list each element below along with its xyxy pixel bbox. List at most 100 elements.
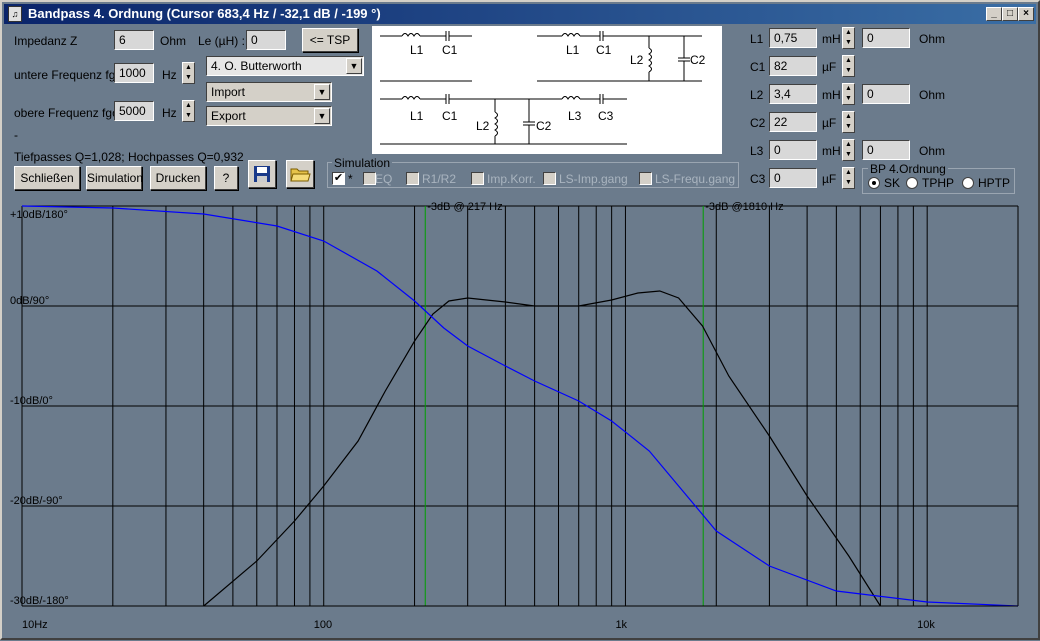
up-arrow-icon[interactable]: ▲	[183, 101, 194, 111]
schematic-label-c3: C3	[598, 109, 614, 123]
schematic-label-l1: L1	[410, 43, 424, 57]
simulation-checkbox[interactable]	[543, 172, 556, 185]
fgo-field[interactable]: 5000	[114, 101, 154, 121]
schematic-label-c1: C1	[596, 43, 612, 57]
close-window-button[interactable]: ×	[1018, 7, 1034, 21]
simulation-button[interactable]: Simulation	[86, 166, 143, 190]
fgu-label: untere Frequenz fgu	[14, 68, 123, 82]
chevron-down-icon[interactable]: ▼	[314, 108, 330, 124]
simulation-checkbox[interactable]	[406, 172, 419, 185]
component-spinner[interactable]: ▲ ▼	[842, 139, 855, 161]
component-label-c2: C2	[750, 116, 766, 130]
circuit-schematic: L1 C1 L1 C1 L2 C2 L1 C1 L2 C2 L3 C3	[372, 26, 722, 154]
down-arrow-icon[interactable]: ▼	[843, 66, 854, 76]
component-label-l3: L3	[750, 144, 764, 158]
simulation-checkbox[interactable]	[639, 172, 652, 185]
separator-dot: -	[14, 128, 18, 142]
component-value-c1[interactable]: 82	[769, 56, 817, 76]
simulation-checkbox-label: *	[348, 172, 353, 186]
up-arrow-icon[interactable]: ▲	[843, 168, 854, 178]
down-arrow-icon[interactable]: ▼	[843, 150, 854, 160]
chart-svg[interactable]: +10dB/180° 0dB/90° -10dB/0° -20dB/-90° -30dB…	[2, 198, 1038, 638]
component-value-c2[interactable]: 22	[769, 112, 817, 132]
save-button[interactable]	[248, 160, 276, 188]
schematic-label-l1: L1	[410, 109, 424, 123]
x-tick-label: 10Hz	[22, 619, 48, 631]
up-arrow-icon[interactable]: ▲	[843, 84, 854, 94]
export-label: Export	[211, 109, 246, 123]
chevron-down-icon[interactable]: ▼	[314, 84, 330, 100]
down-arrow-icon[interactable]: ▼	[843, 38, 854, 48]
simulation-title: Simulation	[332, 156, 393, 170]
fgo-label: obere Frequenz fgo	[14, 106, 119, 120]
schematic-label-l1: L1	[566, 43, 580, 57]
down-arrow-icon[interactable]: ▼	[183, 73, 194, 83]
down-arrow-icon[interactable]: ▼	[843, 178, 854, 188]
fgu-spinner[interactable]: ▲ ▼	[182, 62, 195, 84]
speaker-icon: ♫	[8, 6, 22, 22]
print-button[interactable]: Drucken	[150, 166, 206, 190]
component-value-l2[interactable]: 3,4	[769, 84, 817, 104]
title-bar[interactable]: ♫ Bandpass 4. Ordnung (Cursor 683,4 Hz /…	[4, 4, 1036, 24]
y-tick-label: -10dB/0°	[10, 395, 53, 407]
impedance-field[interactable]: 6	[114, 30, 154, 50]
import-select[interactable]: Import ▼	[206, 82, 332, 102]
component-resistance-l3[interactable]: 0	[862, 140, 910, 160]
bp-order-radio-label: SK	[884, 176, 901, 190]
schematic-label-c2: C2	[536, 119, 552, 133]
fgu-field[interactable]: 1000	[114, 63, 154, 83]
component-resistance-unit: Ohm	[919, 144, 946, 158]
component-value-c3[interactable]: 0	[769, 168, 817, 188]
up-arrow-icon[interactable]: ▲	[843, 140, 854, 150]
up-arrow-icon[interactable]: ▲	[843, 56, 854, 66]
component-resistance-unit: Ohm	[919, 88, 946, 102]
close-button[interactable]: Schließen	[14, 166, 80, 190]
down-arrow-icon[interactable]: ▼	[183, 111, 194, 121]
component-label-l2: L2	[750, 88, 764, 102]
up-arrow-icon[interactable]: ▲	[183, 63, 194, 73]
bp-order-radio-label: HPTP	[978, 176, 1011, 190]
le-field[interactable]: 0	[246, 30, 286, 50]
up-arrow-icon[interactable]: ▲	[843, 112, 854, 122]
bp-order-radio-sk[interactable]	[868, 177, 880, 189]
simulation-checkbox-label: EQ	[375, 172, 393, 186]
filter-type-select[interactable]: 4. O. Butterworth ▼	[206, 56, 364, 76]
open-button[interactable]	[286, 160, 314, 188]
schematic-label-c1: C1	[442, 109, 458, 123]
component-spinner[interactable]: ▲ ▼	[842, 111, 855, 133]
tsp-button[interactable]: <= TSP	[302, 28, 358, 52]
component-unit: µF	[822, 172, 837, 186]
simulation-checkbox-label: R1/R2	[422, 172, 457, 186]
minimize-button[interactable]: _	[986, 7, 1002, 21]
export-select[interactable]: Export ▼	[206, 106, 332, 126]
component-value-l3[interactable]: 0	[769, 140, 817, 160]
fgo-spinner[interactable]: ▲ ▼	[182, 100, 195, 122]
impedance-unit: Ohm	[160, 34, 187, 48]
schematic-label-l2: L2	[630, 53, 644, 67]
up-arrow-icon[interactable]: ▲	[843, 28, 854, 38]
down-arrow-icon[interactable]: ▼	[843, 94, 854, 104]
simulation-checkbox[interactable]: ✔	[332, 172, 345, 185]
component-value-l1[interactable]: 0,75	[769, 28, 817, 48]
down-arrow-icon[interactable]: ▼	[843, 122, 854, 132]
bp-order-radio-tphp[interactable]	[906, 177, 918, 189]
help-button[interactable]: ?	[214, 166, 238, 190]
bp-order-radio-hptp[interactable]	[962, 177, 974, 189]
frequency-response-chart[interactable]: +10dB/180° 0dB/90° -10dB/0° -20dB/-90° -30dB…	[2, 198, 1038, 638]
q-status-text: Tiefpasses Q=1,028; Hochpasses Q=0,932	[14, 150, 244, 164]
component-resistance-l2[interactable]: 0	[862, 84, 910, 104]
simulation-checkbox-label: LS-Frequ.gang	[655, 172, 736, 186]
y-tick-label: +10dB/180°	[10, 209, 68, 221]
chevron-down-icon[interactable]: ▼	[346, 58, 362, 74]
component-spinner[interactable]: ▲ ▼	[842, 27, 855, 49]
maximize-button[interactable]: □	[1002, 7, 1018, 21]
simulation-checkbox[interactable]	[471, 172, 484, 185]
component-spinner[interactable]: ▲ ▼	[842, 167, 855, 189]
x-tick-label: 10k	[917, 619, 935, 631]
component-spinner[interactable]: ▲ ▼	[842, 83, 855, 105]
schematic-label-c2: C2	[690, 53, 706, 67]
component-spinner[interactable]: ▲ ▼	[842, 55, 855, 77]
component-resistance-l1[interactable]: 0	[862, 28, 910, 48]
import-label: Import	[211, 85, 246, 99]
component-unit: µF	[822, 60, 837, 74]
